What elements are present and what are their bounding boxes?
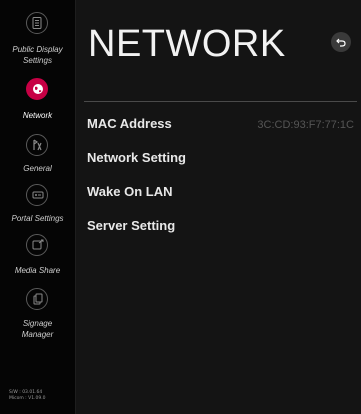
page-title: NETWORK (88, 23, 286, 65)
public-display-settings-icon (26, 12, 48, 34)
sidebar-item-label: Media Share (14, 266, 61, 275)
signage-manager-icon (26, 288, 48, 310)
sidebar: Public Display Settings Network General … (0, 0, 76, 414)
version-info: S/W : 03.01.64 Micom : V1.09.0 (9, 390, 46, 402)
title-divider (84, 101, 357, 102)
back-arrow-icon (336, 38, 346, 47)
sidebar-item-label: Manager (21, 330, 54, 339)
menu-item-server-setting[interactable]: Server Setting (87, 217, 357, 237)
sidebar-item-label: Settings (23, 56, 52, 65)
sidebar-item-general[interactable]: General (0, 126, 75, 176)
sidebar-item-network[interactable]: Network (0, 70, 75, 126)
sidebar-item-label: Network (22, 111, 53, 120)
portal-settings-icon (26, 184, 48, 206)
micom-version: Micom : V1.09.0 (9, 396, 46, 401)
menu-item-label: MAC Address (87, 116, 172, 131)
menu-item-label: Server Setting (87, 218, 176, 233)
media-share-icon (26, 234, 48, 256)
sidebar-item-portal-settings[interactable]: Portal Settings (0, 176, 75, 226)
menu-item-label: Wake On LAN (87, 184, 173, 199)
sidebar-item-label: General (23, 164, 52, 173)
back-button[interactable] (331, 32, 351, 52)
sidebar-item-label: Signage (22, 319, 53, 328)
sw-version: S/W : 03.01.64 (9, 390, 43, 395)
sidebar-item-label: Public Display (12, 45, 63, 54)
network-settings-screen: Public Display Settings Network General … (0, 0, 361, 414)
sidebar-item-signage-manager[interactable]: Signage Manager (0, 282, 75, 352)
menu-item-wake-on-lan[interactable]: Wake On LAN (87, 183, 357, 203)
mac-address-value: 3C:CD:93:F7:77:1C (257, 119, 354, 131)
general-tools-icon (26, 134, 48, 156)
menu-item-mac-address[interactable]: MAC Address 3C:CD:93:F7:77:1C (87, 115, 357, 135)
menu-item-network-setting[interactable]: Network Setting (87, 149, 357, 169)
menu-item-label: Network Setting (87, 150, 186, 165)
sidebar-item-label: Portal Settings (11, 214, 64, 223)
sidebar-item-public-display-settings[interactable]: Public Display Settings (0, 0, 75, 70)
sidebar-item-media-share[interactable]: Media Share (0, 226, 75, 282)
network-globe-icon (26, 78, 48, 100)
